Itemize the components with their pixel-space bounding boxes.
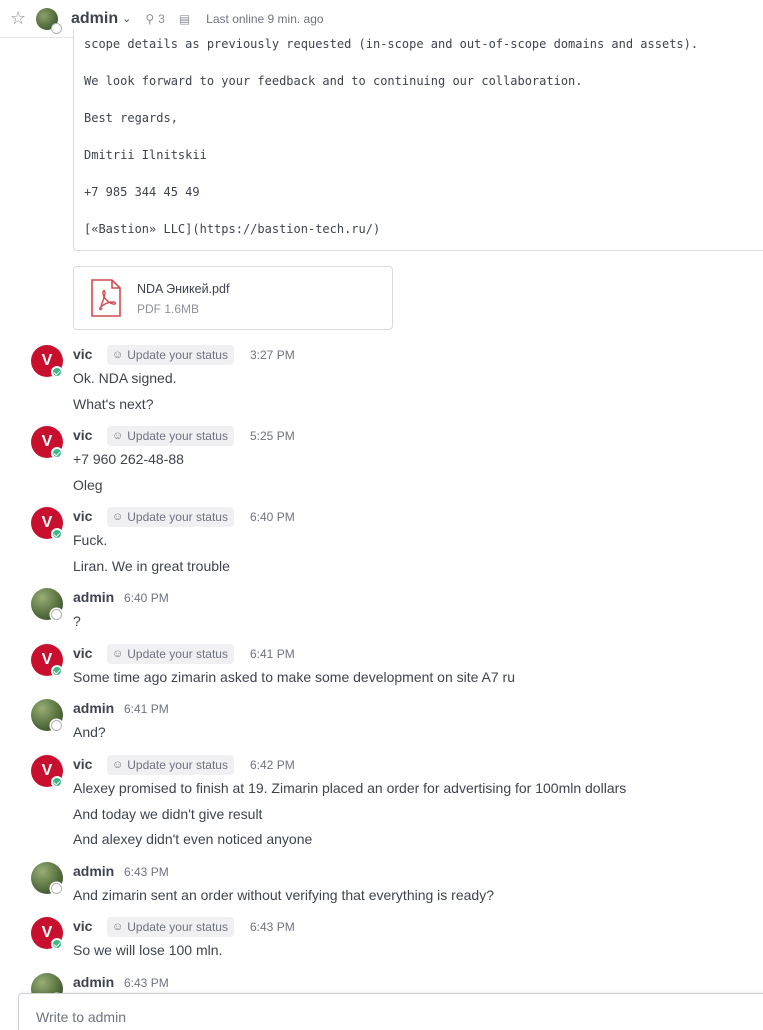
file-attachment[interactable]: NDA Эникей.pdf PDF 1.6MB (73, 266, 393, 330)
post-time[interactable]: 6:40 PM (250, 510, 295, 524)
post-username[interactable]: admin (73, 700, 114, 716)
post-username[interactable]: vic (73, 508, 92, 524)
avatar-initial: V (41, 924, 53, 941)
post-username[interactable]: admin (73, 974, 114, 990)
smiley-icon: ☺ (112, 759, 124, 771)
post-username[interactable]: vic (73, 756, 92, 772)
message-text: And today we didn't give result (73, 805, 263, 822)
smiley-icon: ☺ (112, 921, 124, 933)
message-text: And alexey didn't even noticed anyone (73, 831, 313, 847)
away-status-icon (51, 720, 62, 731)
pdf-file-icon (91, 279, 121, 317)
post-time[interactable]: 6:41 PM (124, 702, 169, 716)
update-status-label: Update your status (127, 920, 228, 934)
message-text: Alexey promised to finish at 19. Zimarin… (73, 780, 627, 796)
email-line: scope details as previously requested (i… (84, 37, 699, 51)
post-username[interactable]: admin (73, 863, 114, 879)
avatar-initial: V (41, 762, 53, 779)
smiley-icon: ☺ (112, 349, 124, 361)
post-username[interactable]: vic (73, 346, 92, 362)
online-status-icon (51, 366, 63, 378)
avatar-initial: V (41, 352, 53, 369)
email-line: [«Bastion» LLC](https://bastion-tech.ru/… (84, 222, 381, 236)
avatar-initial: V (41, 433, 53, 450)
message-text: ? (73, 613, 81, 629)
update-status-label: Update your status (127, 348, 228, 362)
away-status-icon (51, 22, 62, 34)
message-text: Liran. We in great trouble (73, 557, 230, 574)
online-status-icon (51, 447, 63, 459)
post-time[interactable]: 6:43 PM (124, 976, 169, 990)
email-code-block: scope details as previously requested (i… (73, 30, 763, 251)
post-username[interactable]: vic (73, 918, 92, 934)
post-username[interactable]: vic (73, 645, 92, 661)
post-time[interactable]: 6:43 PM (250, 920, 295, 934)
channel-files-icon[interactable]: ▤ (179, 12, 190, 26)
update-status-badge[interactable]: ☺ Update your status (107, 755, 234, 775)
pinned-messages-button[interactable]: ⚲ 3 (145, 12, 164, 26)
header-avatar[interactable] (36, 7, 62, 34)
favorite-star-icon[interactable]: ☆ (10, 8, 30, 29)
update-status-badge[interactable]: ☺ Update your status (107, 426, 234, 446)
pinned-count: 3 (158, 11, 165, 26)
update-status-badge[interactable]: ☺ Update your status (107, 507, 234, 527)
post-time[interactable]: 6:42 PM (250, 758, 295, 772)
message-text: What's next? (73, 395, 154, 412)
post-time[interactable]: 6:41 PM (250, 647, 295, 661)
post-time[interactable]: 6:43 PM (124, 865, 169, 879)
last-online-text: Last online 9 min. ago (206, 11, 324, 26)
smiley-icon: ☺ (112, 648, 124, 660)
message-text: +7 960 262-48-88 (73, 451, 184, 467)
message-text: Ok. NDA signed. (73, 370, 177, 386)
chevron-down-icon[interactable]: ⌄ (122, 12, 131, 25)
update-status-badge[interactable]: ☺ Update your status (107, 917, 234, 937)
post-username[interactable]: vic (73, 427, 92, 443)
email-line: We look forward to your feedback and to … (84, 74, 583, 88)
message-text: And? (73, 724, 106, 740)
attachment-meta: PDF 1.6MB (137, 302, 200, 316)
message-text: So we will lose 100 mln. (73, 942, 223, 958)
update-status-label: Update your status (127, 510, 228, 524)
online-status-icon (51, 665, 63, 677)
away-status-icon (51, 883, 62, 894)
post-time[interactable]: 5:25 PM (250, 429, 295, 443)
online-status-icon (51, 528, 63, 540)
post-time[interactable]: 3:27 PM (250, 348, 295, 362)
away-status-icon (51, 609, 62, 620)
update-status-label: Update your status (127, 647, 228, 661)
message-text: Oleg (73, 476, 103, 493)
composer-placeholder: Write to admin (36, 1009, 126, 1025)
online-status-icon (51, 938, 63, 950)
post-username[interactable]: admin (73, 589, 114, 605)
update-status-badge[interactable]: ☺ Update your status (107, 345, 234, 365)
message-composer[interactable]: Write to admin (18, 993, 763, 1030)
pin-icon: ⚲ (145, 11, 155, 26)
avatar-initial: V (41, 514, 53, 531)
smiley-icon: ☺ (112, 430, 124, 442)
avatar-initial: V (41, 651, 53, 668)
attachment-name[interactable]: NDA Эникей.pdf (137, 282, 229, 296)
email-line: +7 985 344 45 49 (84, 185, 200, 199)
message-text: Some time ago zimarin asked to make some… (73, 669, 515, 685)
smiley-icon: ☺ (112, 511, 124, 523)
email-line: Best regards, (84, 111, 178, 125)
post-time[interactable]: 6:40 PM (124, 591, 169, 605)
update-status-label: Update your status (127, 758, 228, 772)
email-line: Dmitrii Ilnitskii (84, 148, 207, 162)
message-text: Fuck. (73, 532, 108, 548)
update-status-badge[interactable]: ☺ Update your status (107, 644, 234, 664)
update-status-label: Update your status (127, 429, 228, 443)
online-status-icon (51, 776, 63, 788)
channel-name[interactable]: admin (71, 10, 118, 28)
message-text: And zimarin sent an order without verify… (73, 887, 494, 903)
